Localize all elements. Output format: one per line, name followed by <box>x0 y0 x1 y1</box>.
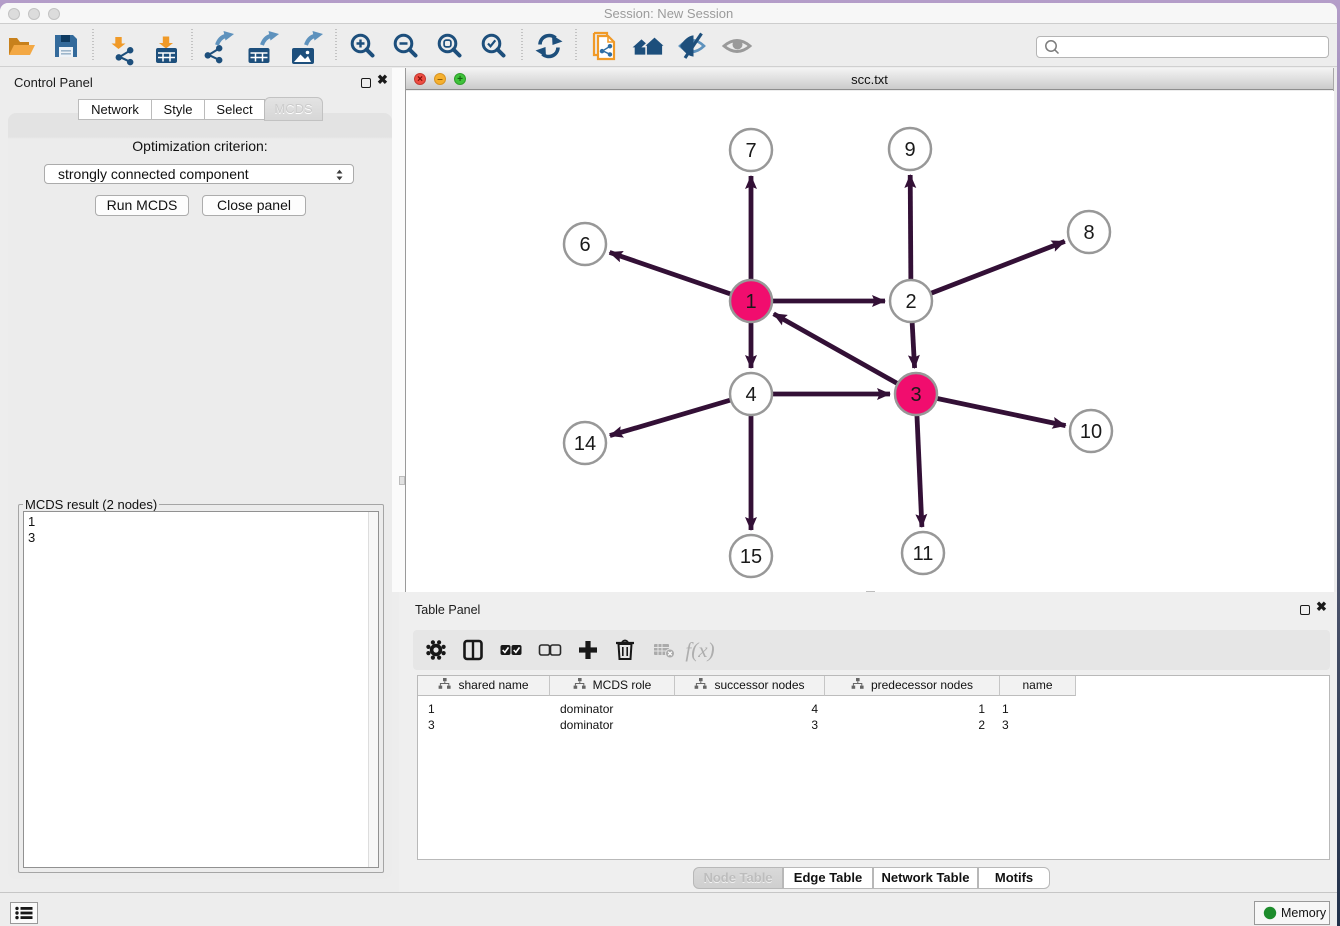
svg-text:1: 1 <box>745 291 756 313</box>
svg-text:3: 3 <box>910 384 921 406</box>
svg-text:7: 7 <box>745 140 756 162</box>
svg-text:11: 11 <box>913 543 934 565</box>
svg-text:14: 14 <box>574 433 596 455</box>
svg-text:9: 9 <box>904 139 915 161</box>
svg-text:4: 4 <box>745 384 756 406</box>
svg-text:15: 15 <box>740 546 762 568</box>
svg-text:f(x): f(x) <box>685 638 714 662</box>
svg-text:2: 2 <box>905 291 916 313</box>
svg-text:8: 8 <box>1083 222 1094 244</box>
svg-text:6: 6 <box>579 234 590 256</box>
svg-text:10: 10 <box>1080 421 1102 443</box>
